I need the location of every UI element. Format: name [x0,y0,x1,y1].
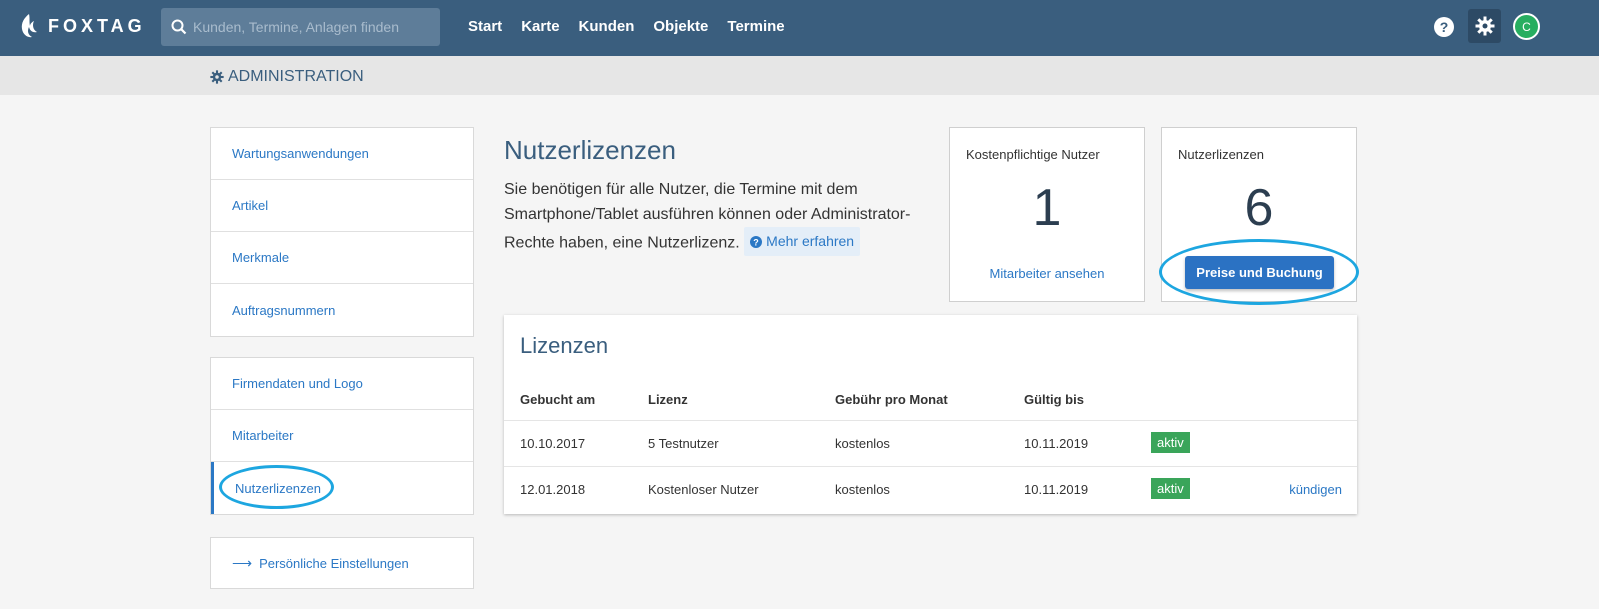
user-avatar[interactable]: C [1513,13,1540,40]
personal-settings-link[interactable]: ⟶ Persönliche Einstellungen [210,537,474,589]
column-header-license: Lizenz [648,392,688,407]
pricing-booking-button[interactable]: Preise und Buchung [1185,256,1334,289]
table-row: 12.01.2018 Kostenloser Nutzer kostenlos … [504,467,1357,513]
nav-termine[interactable]: Termine [727,18,784,35]
nav-karte[interactable]: Karte [521,18,559,35]
top-navbar: FOXTAG Start Karte Kunden Objekte Termin… [0,0,1599,56]
sidebar-item-mitarbeiter[interactable]: Mitarbeiter [211,410,473,462]
status-badge: aktiv [1151,478,1190,499]
settings-button[interactable] [1468,9,1501,43]
cell-license: Kostenloser Nutzer [648,482,759,497]
help-icon: ? [1434,17,1454,37]
nav-start[interactable]: Start [468,18,502,35]
cell-valid-until: 10.11.2019 [1024,482,1089,497]
search-input[interactable] [193,19,433,35]
personal-settings-label: Persönliche Einstellungen [259,555,409,571]
sidebar-item-firmendaten[interactable]: Firmendaten und Logo [211,358,473,410]
licenses-panel: Lizenzen Gebucht am Lizenz Gebühr pro Mo… [504,315,1357,514]
sidebar-item-nutzerlizenzen[interactable]: Nutzerlizenzen [211,462,473,514]
table-row: 10.10.2017 5 Testnutzer kostenlos 10.11.… [504,421,1357,467]
cell-fee: kostenlos [835,482,890,497]
sidebar-item-auftragsnummern[interactable]: Auftragsnummern [211,284,473,336]
main-nav: Start Karte Kunden Objekte Termine [468,18,804,35]
admin-bar: ADMINISTRATION [0,56,1599,95]
gear-icon [1475,16,1494,36]
admin-heading: ADMINISTRATION [210,68,364,86]
global-search[interactable] [161,8,440,46]
fox-logo-icon [21,14,37,38]
svg-text:?: ? [1440,19,1449,35]
more-info-label: Mehr erfahren [766,233,855,249]
sidebar-item-wartungsanwendungen[interactable]: Wartungsanwendungen [211,128,473,180]
view-employees-link[interactable]: Mitarbeiter ansehen [950,266,1144,281]
admin-title: ADMINISTRATION [228,68,364,85]
help-button[interactable]: ? [1433,16,1455,43]
sidebar-group-company: Firmendaten und Logo Mitarbeiter Nutzerl… [210,357,474,515]
licenses-count: 6 [1244,179,1274,237]
licenses-panel-title: Lizenzen [520,333,609,358]
licenses-card: Nutzerlizenzen 6 Preise und Buchung [1161,127,1357,302]
foxtag-logo[interactable]: FOXTAG [18,12,146,40]
paid-users-count: 1 [1032,179,1062,237]
status-badge: aktiv [1151,432,1190,453]
page-description: Sie benötigen für alle Nutzer, die Termi… [504,177,924,256]
cell-booked: 10.10.2017 [520,436,586,451]
paid-users-card: Kostenpflichtige Nutzer 1 Mitarbeiter an… [949,127,1145,302]
more-info-link[interactable]: ? Mehr erfahren [744,227,861,256]
column-header-fee: Gebühr pro Monat [835,392,948,407]
column-header-valid-until: Gültig bis [1024,392,1084,407]
table-header: Gebucht am Lizenz Gebühr pro Monat Gülti… [504,392,1357,421]
licenses-label: Nutzerlizenzen [1178,147,1264,162]
cancel-license-link[interactable]: kündigen [1289,482,1342,497]
gear-icon [210,70,224,84]
cell-booked: 12.01.2018 [520,482,586,497]
nav-objekte[interactable]: Objekte [653,18,708,35]
paid-users-label: Kostenpflichtige Nutzer [966,147,1100,162]
cell-fee: kostenlos [835,436,890,451]
brand-name: FOXTAG [48,15,146,36]
cell-valid-until: 10.11.2019 [1024,436,1089,451]
nav-kunden[interactable]: Kunden [579,18,635,35]
arrow-right-icon: ⟶ [232,554,253,571]
search-icon [171,19,187,35]
column-header-booked: Gebucht am [520,392,596,407]
sidebar-item-artikel[interactable]: Artikel [211,180,473,232]
sidebar-item-merkmale[interactable]: Merkmale [211,232,473,284]
question-circle-icon: ? [750,235,763,248]
sidebar-group-settings: Wartungsanwendungen Artikel Merkmale Auf… [210,127,474,337]
cell-license: 5 Testnutzer [648,436,719,451]
page-title: Nutzerlizenzen [504,135,676,165]
svg-text:?: ? [753,237,759,247]
